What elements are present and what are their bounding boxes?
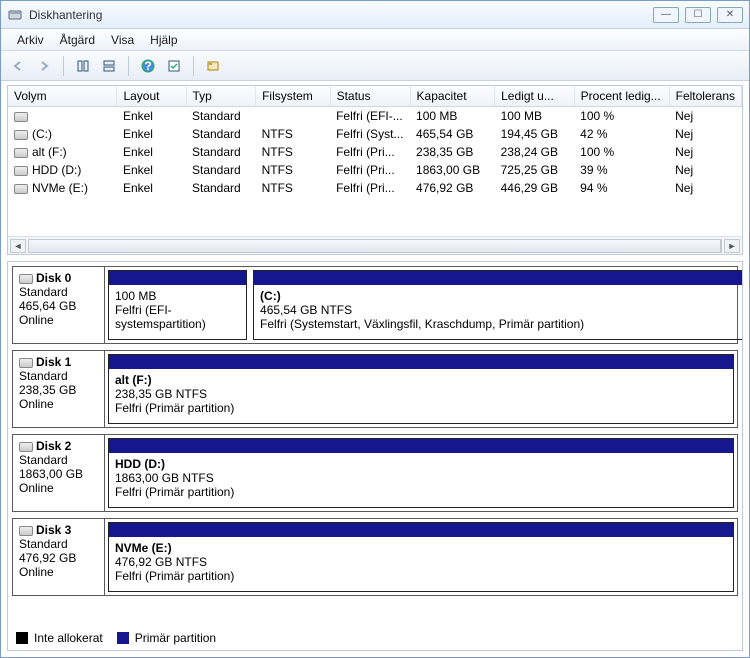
disk-row[interactable]: Disk 3Standard476,92 GBOnlineNVMe (E:)47…: [12, 518, 738, 596]
refresh-button[interactable]: [163, 55, 185, 77]
horizontal-scrollbar[interactable]: ◄ ►: [8, 236, 742, 254]
close-button[interactable]: ✕: [717, 7, 743, 23]
column-header[interactable]: Typ: [186, 86, 256, 107]
table-row[interactable]: (C:)EnkelStandardNTFSFelfri (Syst...465,…: [8, 125, 742, 143]
disk-icon: [19, 274, 33, 284]
toolbar: ?: [1, 51, 749, 81]
column-header[interactable]: Layout: [117, 86, 186, 107]
partition-stripe: [109, 355, 733, 369]
table-row[interactable]: alt (F:)EnkelStandardNTFSFelfri (Pri...2…: [8, 143, 742, 161]
disk-info: Disk 3Standard476,92 GBOnline: [13, 519, 105, 595]
partition-stripe: [109, 523, 733, 537]
scroll-left-icon[interactable]: ◄: [10, 239, 26, 253]
table-row[interactable]: EnkelStandardFelfri (EFI-...100 MB100 MB…: [8, 107, 742, 126]
partition-stripe: [109, 439, 733, 453]
volume-icon: [14, 184, 28, 194]
disk-row[interactable]: Disk 0Standard465,64 GBOnline100 MBFelfr…: [12, 266, 738, 344]
disk-icon: [19, 442, 33, 452]
menu-arkiv[interactable]: Arkiv: [9, 31, 52, 49]
disk-row[interactable]: Disk 1Standard238,35 GBOnlinealt (F:)238…: [12, 350, 738, 428]
window-title: Diskhantering: [29, 8, 653, 22]
partition[interactable]: (C:)465,54 GB NTFSFelfri (Systemstart, V…: [253, 270, 743, 340]
forward-button[interactable]: [33, 55, 55, 77]
menu-atgard[interactable]: Åtgärd: [52, 31, 103, 49]
column-header[interactable]: Ledigt u...: [495, 86, 575, 107]
disk-layout-panel: Disk 0Standard465,64 GBOnline100 MBFelfr…: [7, 261, 743, 626]
partition[interactable]: NVMe (E:)476,92 GB NTFSFelfri (Primär pa…: [108, 522, 734, 592]
settings-button[interactable]: [202, 55, 224, 77]
back-button[interactable]: [7, 55, 29, 77]
volume-icon: [14, 112, 28, 122]
column-header[interactable]: Kapacitet: [410, 86, 495, 107]
column-header[interactable]: Volym: [8, 86, 117, 107]
maximize-button[interactable]: ☐: [685, 7, 711, 23]
legend-primary: Primär partition: [117, 631, 216, 645]
partition[interactable]: alt (F:)238,35 GB NTFSFelfri (Primär par…: [108, 354, 734, 424]
titlebar[interactable]: Diskhantering — ☐ ✕: [1, 1, 749, 29]
table-row[interactable]: NVMe (E:)EnkelStandardNTFSFelfri (Pri...…: [8, 179, 742, 197]
help-button[interactable]: ?: [137, 55, 159, 77]
disk-icon: [19, 526, 33, 536]
column-header[interactable]: Procent ledig...: [574, 86, 669, 107]
view-button-1[interactable]: [72, 55, 94, 77]
volume-table: VolymLayoutTypFilsystemStatusKapacitetLe…: [7, 85, 743, 255]
menubar: Arkiv Åtgärd Visa Hjälp: [1, 29, 749, 51]
disk-info: Disk 0Standard465,64 GBOnline: [13, 267, 105, 343]
legend: Inte allokerat Primär partition: [7, 625, 743, 651]
partition-stripe: [254, 271, 743, 285]
disk-icon: [19, 358, 33, 368]
svg-text:?: ?: [144, 59, 151, 73]
partition-stripe: [109, 271, 246, 285]
volume-icon: [14, 148, 28, 158]
disk-row[interactable]: Disk 2Standard1863,00 GBOnlineHDD (D:)18…: [12, 434, 738, 512]
partition[interactable]: HDD (D:)1863,00 GB NTFSFelfri (Primär pa…: [108, 438, 734, 508]
minimize-button[interactable]: —: [653, 7, 679, 23]
disk-info: Disk 2Standard1863,00 GBOnline: [13, 435, 105, 511]
menu-visa[interactable]: Visa: [103, 31, 142, 49]
volume-icon: [14, 166, 28, 176]
menu-hjalp[interactable]: Hjälp: [142, 31, 185, 49]
legend-unallocated: Inte allokerat: [16, 631, 103, 645]
partition[interactable]: 100 MBFelfri (EFI-systemspartition): [108, 270, 247, 340]
column-header[interactable]: Filsystem: [256, 86, 330, 107]
app-icon: [7, 7, 23, 23]
volume-icon: [14, 130, 28, 140]
column-header[interactable]: Feltolerans: [669, 86, 741, 107]
scroll-right-icon[interactable]: ►: [724, 239, 740, 253]
disk-info: Disk 1Standard238,35 GBOnline: [13, 351, 105, 427]
column-header[interactable]: Status: [330, 86, 410, 107]
disk-management-window: Diskhantering — ☐ ✕ Arkiv Åtgärd Visa Hj…: [0, 0, 750, 658]
table-row[interactable]: HDD (D:)EnkelStandardNTFSFelfri (Pri...1…: [8, 161, 742, 179]
view-button-2[interactable]: [98, 55, 120, 77]
